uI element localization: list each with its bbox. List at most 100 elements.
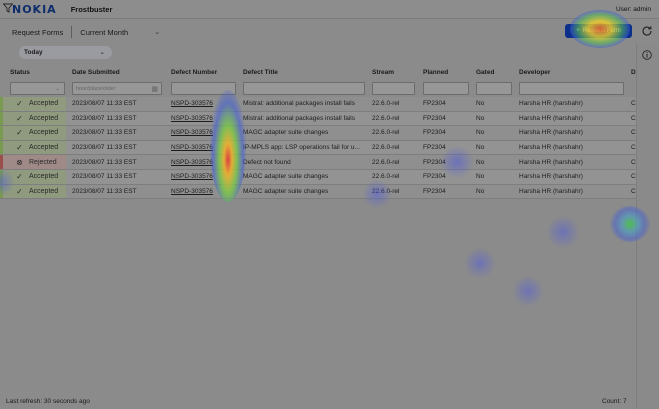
defect-title-cell: MAGC adapter suite changes xyxy=(243,129,329,137)
column-header-date[interactable]: Date Submitted xyxy=(72,64,120,80)
defect-title-cell: Mistral: additional packages install fai… xyxy=(243,114,355,122)
defect-title-filter[interactable] xyxy=(243,82,365,95)
table-row[interactable]: ✓ Accepted 2023/08/07 11:33 EST NSPD-303576… xyxy=(0,126,636,141)
defect-number-link[interactable]: NSPD-303576 xyxy=(171,185,213,199)
filter-icon[interactable] xyxy=(3,3,13,13)
date-range-select[interactable]: Today ⌄ xyxy=(19,46,112,59)
table-row[interactable]: ✓ Accepted 2023/08/07 11:33 EST NSPD-303576… xyxy=(0,140,636,156)
column-header-planned[interactable]: Planned xyxy=(423,64,448,80)
gated-cell: No xyxy=(476,114,485,122)
status-label: Rejected xyxy=(29,158,57,166)
check-icon: ✓ xyxy=(16,143,23,153)
gated-cell: No xyxy=(476,144,485,152)
developer-filter[interactable] xyxy=(519,82,624,95)
d-cell: C xyxy=(631,158,636,166)
stream-cell: 22.6.0-rel xyxy=(372,144,400,152)
top-bar: NOKIA Frostbuster User: admin xyxy=(0,0,659,19)
planned-cell: FP2304 xyxy=(423,100,446,108)
stream-filter[interactable] xyxy=(372,82,415,95)
request-form-button[interactable]: + Request Form xyxy=(565,24,632,38)
column-header-gated[interactable]: Gated xyxy=(476,64,494,80)
check-icon: ✓ xyxy=(16,128,23,138)
column-header-stream[interactable]: Stream xyxy=(372,64,394,80)
developer-cell: Harsha HR (harshahr) xyxy=(519,173,583,181)
status-cell: ✓ Accepted xyxy=(0,126,66,140)
defect-number-link[interactable]: NSPD-303576 xyxy=(171,141,213,155)
planned-cell: FP2304 xyxy=(423,144,446,152)
gated-filter[interactable] xyxy=(476,82,512,95)
column-header-d[interactable]: D xyxy=(631,64,636,80)
gated-cell: No xyxy=(476,158,485,166)
status-label: Accepted xyxy=(29,114,59,122)
d-cell: C xyxy=(631,114,636,122)
column-header-status[interactable]: Status xyxy=(10,64,30,80)
d-cell: C xyxy=(631,187,636,195)
column-header-defect-title[interactable]: Defect Title xyxy=(243,64,278,80)
info-icon[interactable] xyxy=(642,50,652,60)
defect-title-cell: Defect not found xyxy=(243,158,291,166)
defect-number-link[interactable]: NSPD-303576 xyxy=(171,155,213,169)
page-title: Request Forms xyxy=(12,27,64,37)
developer-cell: Harsha HR (harshahr) xyxy=(519,114,583,122)
status-cell: ✓ Accepted xyxy=(0,170,66,184)
check-icon: ✓ xyxy=(16,113,23,123)
defect-number-link[interactable]: NSPD-303576 xyxy=(171,170,213,184)
period-select[interactable]: Current Month xyxy=(80,28,128,37)
developer-cell: Harsha HR (harshahr) xyxy=(519,144,583,152)
check-icon: ✓ xyxy=(16,99,23,109)
side-panel xyxy=(636,44,659,409)
date-cell: 2023/08/07 11:33 EST xyxy=(72,144,137,152)
table-row[interactable]: ✓ Accepted 2023/08/07 11:33 EST NSPD-303576… xyxy=(0,111,636,127)
planned-filter[interactable] xyxy=(423,82,469,95)
table-row[interactable]: ✓ Accepted 2023/08/07 11:33 EST NSPD-303576… xyxy=(0,97,636,112)
status-label: Accepted xyxy=(29,129,59,137)
gated-cell: No xyxy=(476,129,485,137)
stream-cell: 22.6.0-rel xyxy=(372,187,400,195)
chevron-down-icon[interactable]: ⌄ xyxy=(154,28,160,36)
status-label: Accepted xyxy=(29,173,59,181)
heatmap-blob xyxy=(546,216,580,248)
column-header-defect-number[interactable]: Defect Number xyxy=(171,64,217,80)
developer-cell: Harsha HR (harshahr) xyxy=(519,187,583,195)
defect-number-link[interactable]: NSPD-303576 xyxy=(171,97,213,111)
stream-cell: 22.6.0-rel xyxy=(372,129,400,137)
planned-cell: FP2304 xyxy=(423,187,446,195)
developer-cell: Harsha HR (harshahr) xyxy=(519,100,583,108)
stream-cell: 22.6.0-rel xyxy=(372,173,400,181)
plus-icon: + xyxy=(576,28,580,34)
calendar-icon[interactable]: ▦ xyxy=(151,85,158,93)
app-name: Frostbuster xyxy=(70,4,113,14)
date-cell: 2023/08/07 11:33 EST xyxy=(72,100,137,108)
user-label[interactable]: User: admin xyxy=(616,6,651,13)
defect-title-cell: MAGC adapter suite changes xyxy=(243,173,329,181)
last-refresh-text: Last refresh: 30 seconds ago xyxy=(6,398,90,405)
defect-number-link[interactable]: NSPD-303576 xyxy=(171,126,213,140)
planned-cell: FP2304 xyxy=(423,129,446,137)
date-filter-input[interactable]: hour/place/older ▦ xyxy=(72,82,162,95)
status-cell: ✓ Accepted xyxy=(0,140,66,155)
defect-number-link[interactable]: NSPD-303576 xyxy=(171,112,213,126)
date-range-label: Today xyxy=(24,49,43,56)
developer-cell: Harsha HR (harshahr) xyxy=(519,129,583,137)
d-cell: C xyxy=(631,129,636,137)
status-filter-select[interactable]: ⌄ xyxy=(10,82,65,95)
defect-number-filter[interactable] xyxy=(171,82,236,95)
column-header-developer[interactable]: Developer xyxy=(519,64,550,80)
status-cell: ✓ Accepted xyxy=(0,184,66,199)
planned-cell: FP2304 xyxy=(423,173,446,181)
defect-title-cell: IP-MPLS app: LSP operations fail for u..… xyxy=(243,144,360,152)
status-cell: ✓ Accepted xyxy=(0,111,66,126)
stream-cell: 22.6.0-rel xyxy=(372,100,400,108)
toolbar-divider xyxy=(71,26,73,38)
check-icon: ✓ xyxy=(16,186,23,196)
table-row[interactable]: ✓ Accepted 2023/08/07 11:33 EST NSPD-303576… xyxy=(0,184,636,200)
stream-cell: 22.6.0-rel xyxy=(372,158,400,166)
date-filter-placeholder: hour/place/older xyxy=(76,85,116,92)
nokia-logo: NOKIA xyxy=(12,2,57,16)
d-cell: C xyxy=(631,100,636,108)
row-count: Count: 7 xyxy=(602,398,627,405)
refresh-icon[interactable] xyxy=(641,25,653,37)
gated-cell: No xyxy=(476,187,485,195)
table-row[interactable]: ✓ Accepted 2023/08/07 11:33 EST NSPD-303576… xyxy=(0,170,636,185)
table-row[interactable]: ⊗ Rejected 2023/08/07 11:33 EST NSPD-303576… xyxy=(0,155,636,170)
